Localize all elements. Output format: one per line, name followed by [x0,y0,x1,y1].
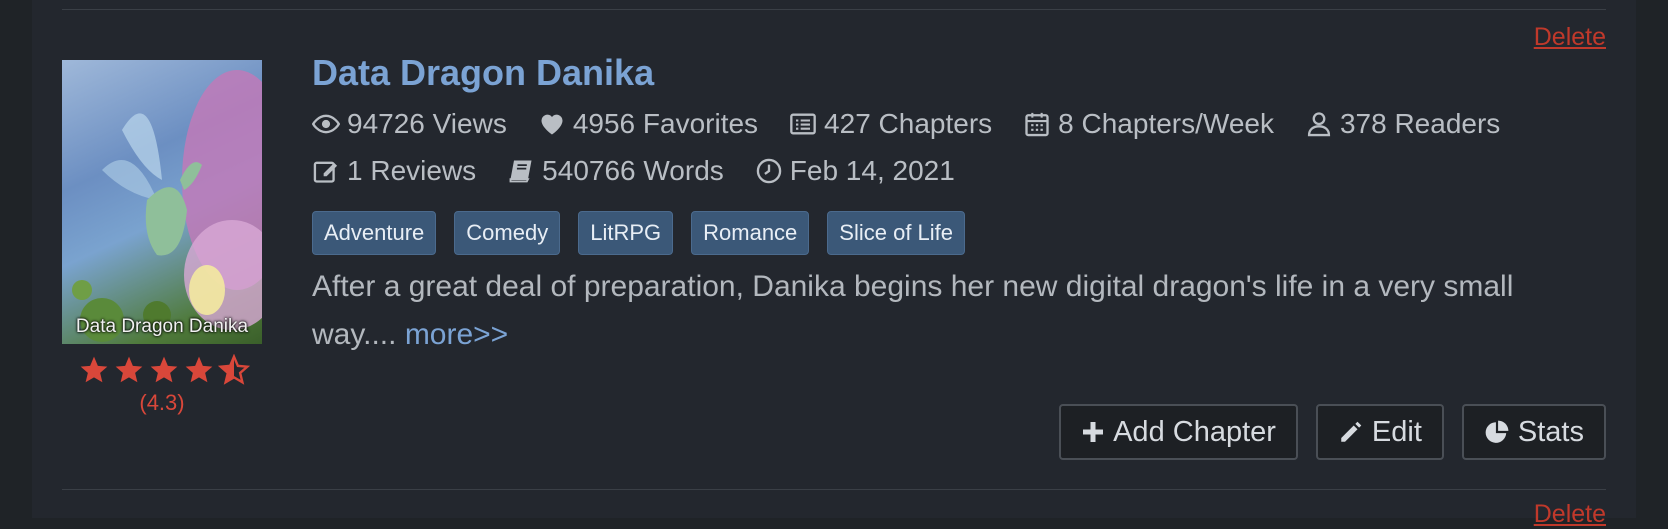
stats-button[interactable]: Stats [1461,404,1606,460]
star-full-icon [115,356,143,383]
views-stat: 94726 Views [312,108,507,140]
words-stat: 540766 Words [507,155,724,187]
genre-tags: Adventure Comedy LitRPG Romance Slice of… [312,211,983,255]
favorites-stat: 4956 Favorites [538,108,758,140]
divider-bottom [62,489,1606,490]
edit-button[interactable]: Edit [1315,404,1444,460]
pie-chart-icon [1485,420,1509,443]
rating-stars [78,354,250,386]
tag-adventure[interactable]: Adventure [312,211,437,255]
action-buttons: Add Chapter Edit Stats [1041,404,1606,460]
star-full-icon [150,356,178,383]
star-full-icon [185,356,213,383]
add-chapter-button[interactable]: Add Chapter [1059,404,1298,460]
star-half-icon [218,354,250,385]
stats-row-1: 94726 Views 4956 Favorites 427 Chapters … [312,108,1531,140]
plus-icon [1083,422,1104,442]
more-link[interactable]: more>> [405,318,508,351]
reviews-stat: 1 Reviews [312,155,476,187]
cover-title-text: Data Dragon Danika [75,316,249,337]
updated-stat: Feb 14, 2021 [755,155,955,187]
rating-value: (4.3) [139,390,185,415]
cover-image[interactable]: Data Dragon Danika [62,60,262,344]
tag-romance[interactable]: Romance [691,211,810,255]
list-icon [790,113,816,135]
book-icon [509,160,532,183]
divider-top [62,9,1606,10]
user-icon [1307,112,1331,137]
pencil-icon [1341,421,1362,442]
next-item-delete-link[interactable]: Delete [1534,500,1606,529]
tag-slice-of-life[interactable]: Slice of Life [827,211,966,255]
calendar-icon [1025,112,1049,137]
eye-icon [312,114,340,134]
stats-row-2: 1 Reviews 540766 Words Feb 14, 2021 [312,155,986,187]
delete-link[interactable]: Delete [1534,23,1606,52]
star-full-icon [80,356,108,383]
readers-stat: 378 Readers [1305,108,1500,140]
story-description: After a great deal of preparation, Danik… [312,263,1602,359]
frequency-stat: 8 Chapters/Week [1023,108,1274,140]
tag-comedy[interactable]: Comedy [454,211,561,255]
clock-icon [756,158,782,184]
tag-litrpg[interactable]: LitRPG [578,211,674,255]
chapters-stat: 427 Chapters [789,108,992,140]
story-title[interactable]: Data Dragon Danika [312,52,654,94]
edit-icon [313,161,338,183]
heart-icon [541,114,563,135]
